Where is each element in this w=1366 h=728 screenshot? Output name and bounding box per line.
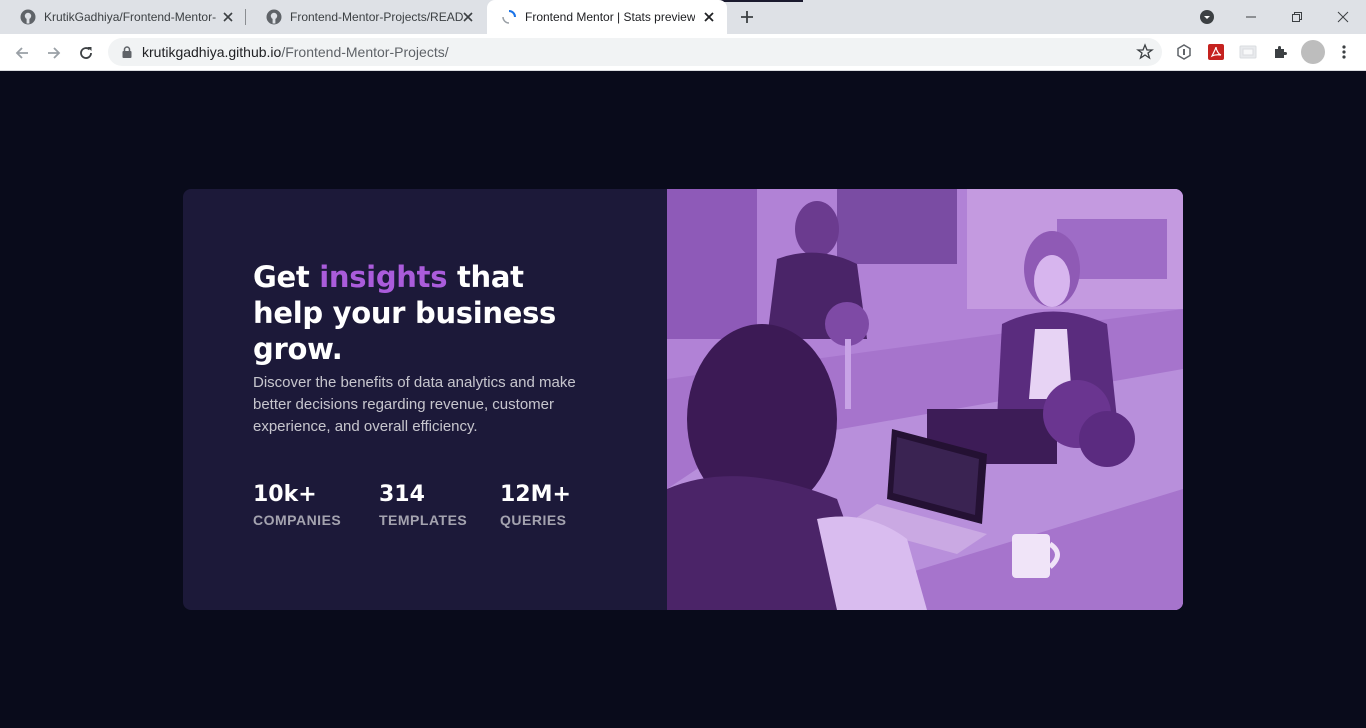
tab-stats-preview[interactable]: Frontend Mentor | Stats preview bbox=[487, 0, 727, 34]
stat-templates: 314 TEMPLATES bbox=[379, 481, 467, 528]
stat-label: TEMPLATES bbox=[379, 512, 468, 528]
screen-extension-button[interactable] bbox=[1238, 42, 1258, 62]
tab-strip: KrutikGadhiya/Frontend-Mentor- Frontend-… bbox=[0, 0, 1366, 34]
url-path: /Frontend-Mentor-Projects/ bbox=[281, 44, 449, 60]
url-text: krutikgadhiya.github.io/Frontend-Mentor-… bbox=[142, 44, 449, 60]
page-title: Get insights that help your business gro… bbox=[253, 259, 593, 367]
close-tab-icon[interactable] bbox=[701, 9, 717, 25]
hexagon-extension-icon bbox=[1177, 44, 1191, 60]
chevron-down-icon bbox=[1200, 10, 1214, 24]
stat-queries: 12M+ QUERIES bbox=[500, 481, 571, 528]
github-icon bbox=[20, 9, 36, 25]
close-tab-icon[interactable] bbox=[460, 9, 476, 25]
close-window-button[interactable] bbox=[1320, 0, 1366, 34]
profile-avatar[interactable] bbox=[1301, 40, 1325, 64]
screen-capture-icon bbox=[1239, 45, 1257, 59]
loading-icon bbox=[502, 10, 516, 24]
stat-value: 12M+ bbox=[500, 482, 571, 507]
stat-value: 10k+ bbox=[253, 482, 317, 507]
kebab-menu-icon bbox=[1342, 45, 1346, 59]
photo-illustration bbox=[667, 189, 1183, 610]
extension-hexagon-button[interactable] bbox=[1174, 42, 1194, 62]
arrow-right-icon bbox=[48, 47, 61, 59]
new-tab-button[interactable] bbox=[736, 6, 758, 28]
github-icon bbox=[266, 9, 282, 25]
stat-label: QUERIES bbox=[500, 512, 567, 528]
reload-icon bbox=[80, 47, 92, 59]
close-tab-icon[interactable] bbox=[220, 9, 236, 25]
tab-title: Frontend-Mentor-Projects/READM bbox=[290, 10, 464, 24]
address-bar[interactable]: krutikgadhiya.github.io/Frontend-Mentor-… bbox=[108, 38, 1162, 66]
minimize-button[interactable] bbox=[1228, 0, 1274, 34]
pdf-icon bbox=[1208, 44, 1224, 60]
tab-title: Frontend Mentor | Stats preview bbox=[525, 10, 695, 24]
close-icon bbox=[1337, 11, 1349, 23]
stat-label: COMPANIES bbox=[253, 512, 342, 528]
forward-button[interactable] bbox=[41, 40, 67, 66]
browser-menu-button[interactable] bbox=[1334, 42, 1354, 62]
tab-title: KrutikGadhiya/Frontend-Mentor- bbox=[44, 10, 216, 24]
pdf-extension-button[interactable] bbox=[1206, 42, 1226, 62]
plus-icon bbox=[741, 11, 753, 23]
puzzle-icon bbox=[1275, 46, 1287, 58]
restore-icon bbox=[1292, 12, 1302, 22]
extensions-button[interactable] bbox=[1270, 42, 1290, 62]
url-host: krutikgadhiya.github.io bbox=[142, 44, 282, 60]
headline-start: Get bbox=[253, 260, 320, 294]
browser-toolbar: krutikgadhiya.github.io/Frontend-Mentor-… bbox=[0, 34, 1366, 71]
reload-button[interactable] bbox=[73, 40, 99, 66]
card-description: Discover the benefits of data analytics … bbox=[253, 374, 576, 435]
office-team-photo bbox=[667, 189, 1183, 610]
tab-github-repo[interactable]: KrutikGadhiya/Frontend-Mentor- bbox=[0, 0, 246, 34]
headline-accent: insights bbox=[319, 260, 448, 294]
bookmark-star-icon[interactable] bbox=[1136, 43, 1154, 61]
tab-search-button[interactable] bbox=[1184, 0, 1230, 34]
card-text-panel: Get insights that help your business gro… bbox=[183, 189, 667, 610]
back-button[interactable] bbox=[9, 40, 35, 66]
restore-button[interactable] bbox=[1274, 0, 1320, 34]
lock-icon[interactable] bbox=[120, 45, 134, 59]
tab-readme[interactable]: Frontend-Mentor-Projects/READM bbox=[246, 0, 486, 34]
minimize-icon bbox=[1246, 16, 1256, 18]
arrow-left-icon bbox=[15, 47, 28, 59]
stats-preview-card: Get insights that help your business gro… bbox=[183, 189, 1183, 610]
stat-value: 314 bbox=[379, 482, 425, 507]
stat-companies: 10k+ COMPANIES bbox=[253, 481, 341, 528]
